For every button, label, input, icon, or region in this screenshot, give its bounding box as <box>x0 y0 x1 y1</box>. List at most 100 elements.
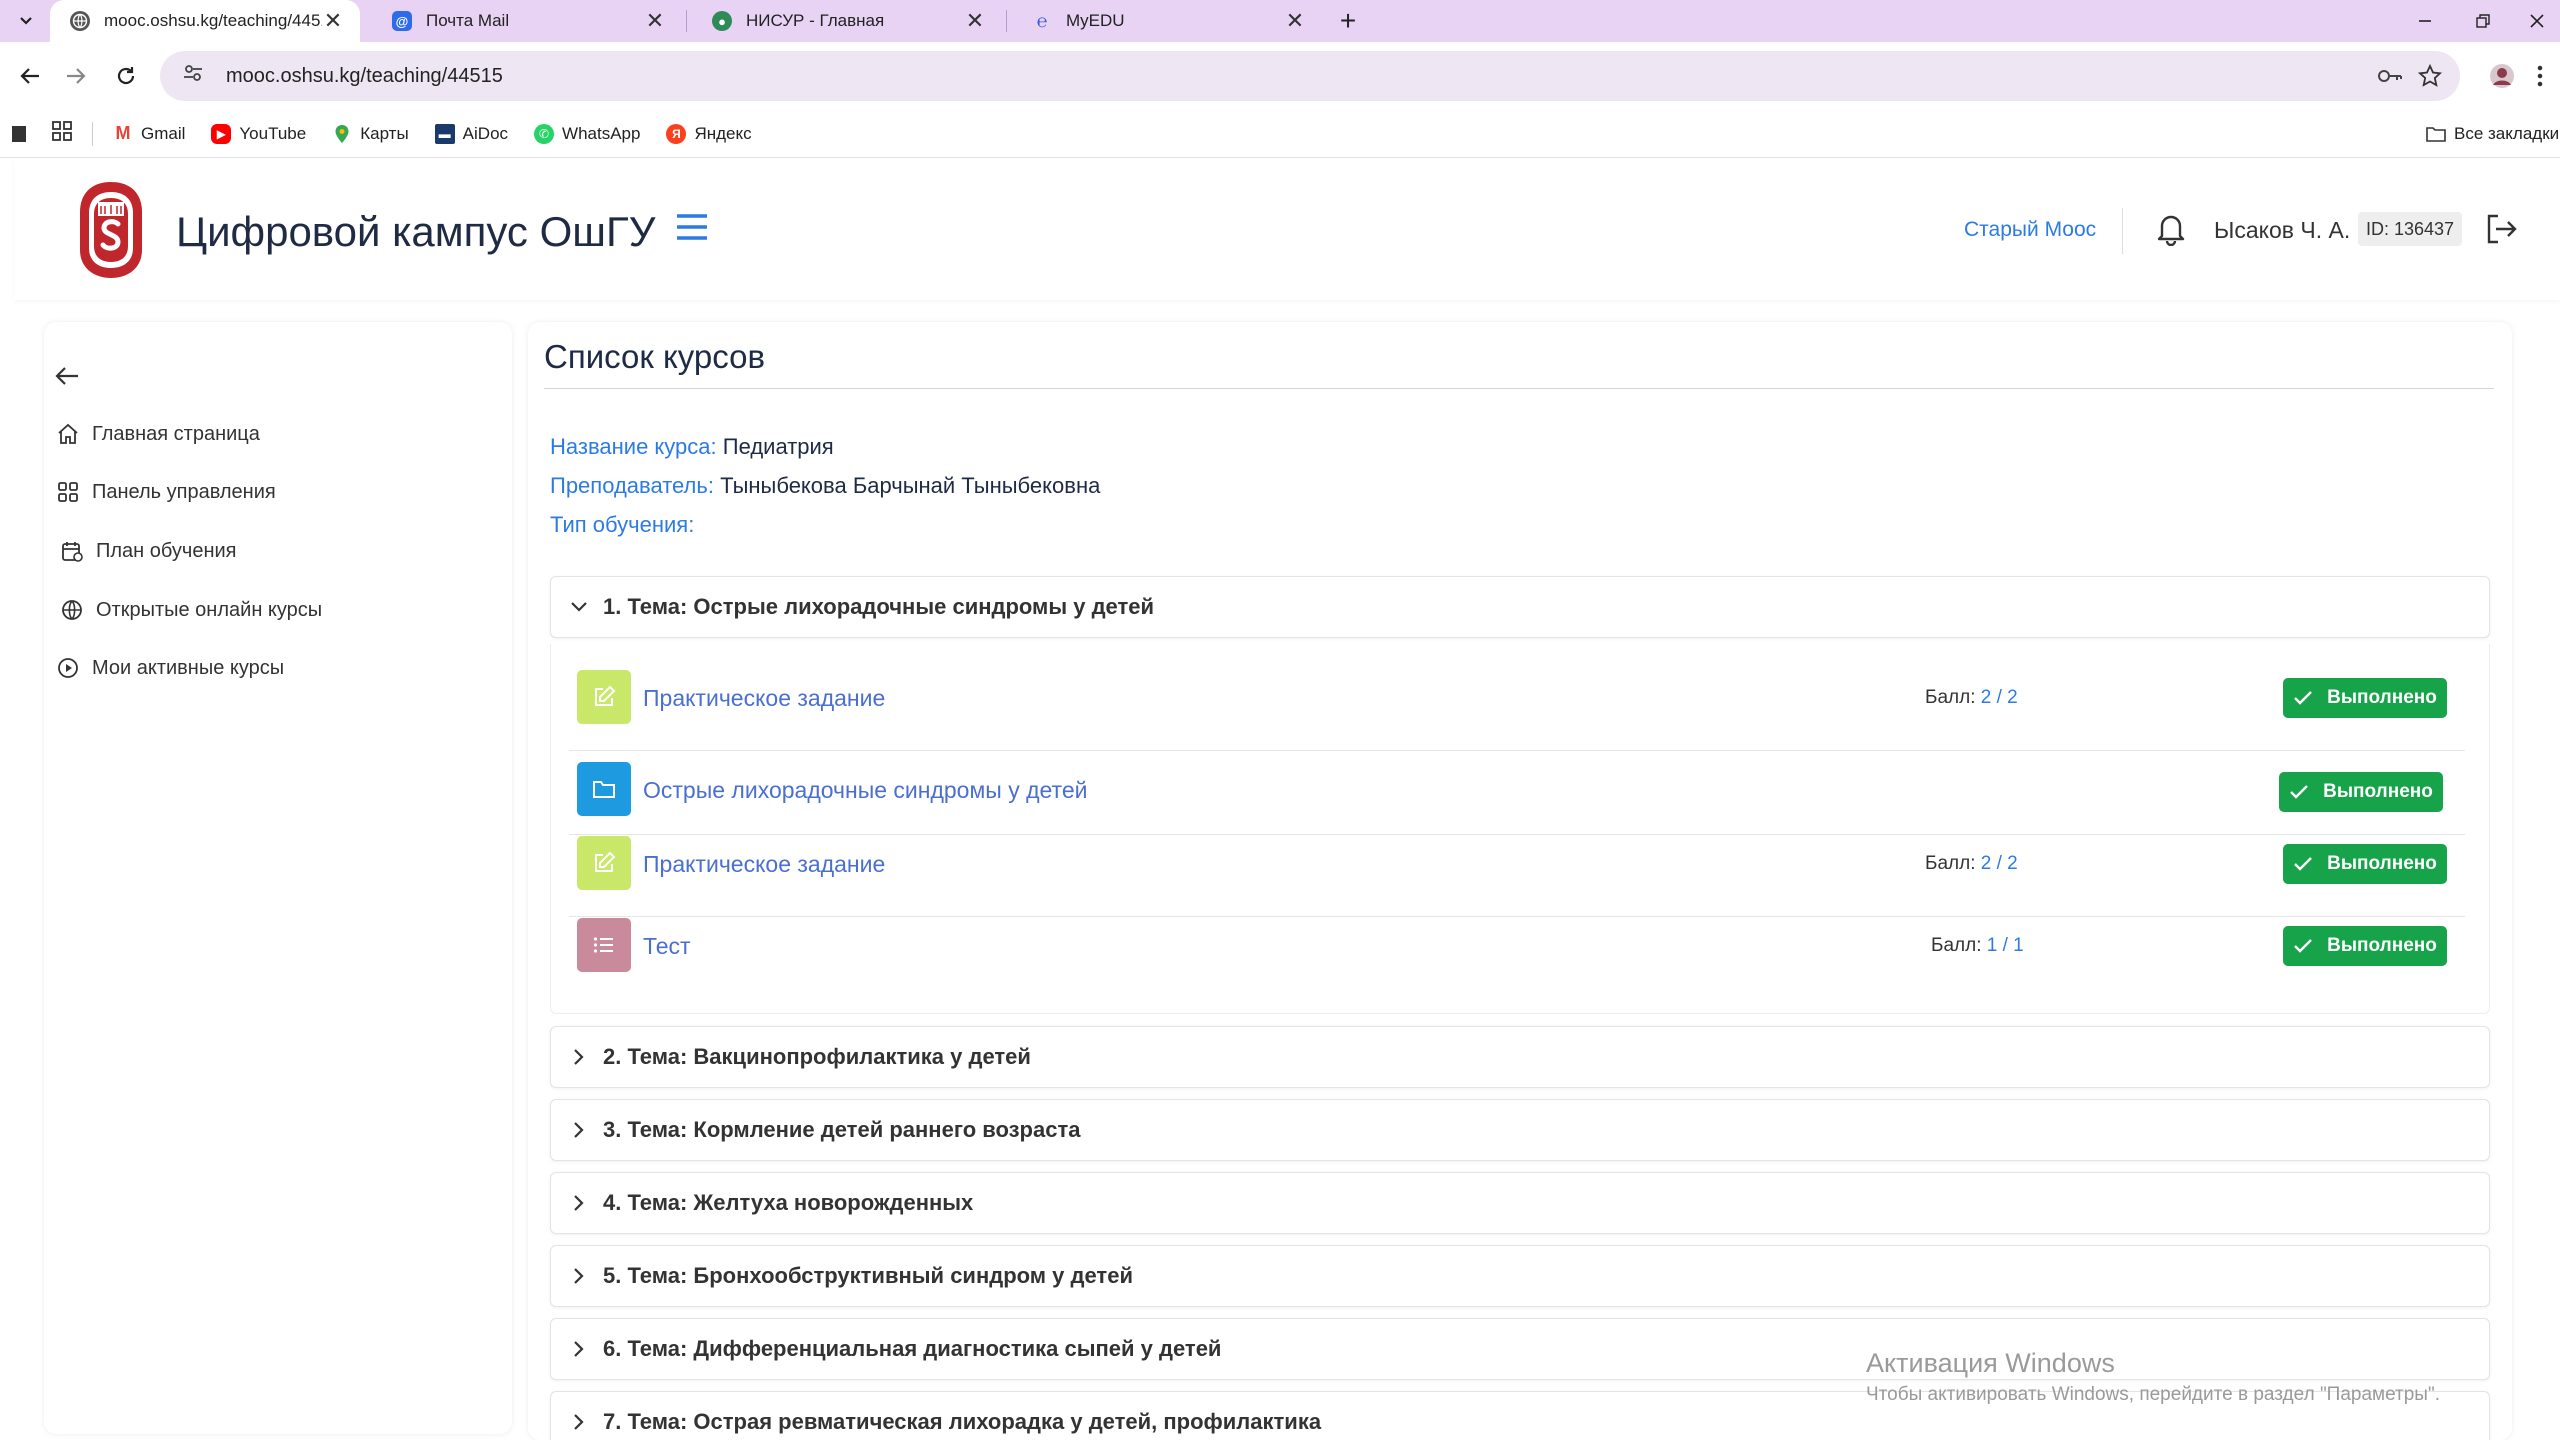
sidebar-item-dashboard[interactable]: Панель управления <box>56 474 276 510</box>
close-window-icon[interactable] <box>2514 0 2560 42</box>
site-brand-title[interactable]: Цифровой кампус ОшГУ <box>176 208 655 256</box>
tab-nisur[interactable]: ● НИСУР - Главная ✕ <box>692 0 1002 42</box>
bookmark-label: Карты <box>360 123 409 143</box>
restore-icon[interactable] <box>2458 0 2508 42</box>
topic-header-6[interactable]: 6. Тема: Дифференциальная диагностика сы… <box>550 1318 2490 1380</box>
tab-divider <box>686 10 687 32</box>
sidebar-toggle-icon[interactable] <box>12 125 26 142</box>
topic-header-5[interactable]: 5. Тема: Бронхообструктивный синдром у д… <box>550 1245 2490 1307</box>
close-icon[interactable]: ✕ <box>322 8 344 34</box>
topic-title: 4. Тема: Желтуха новорожденных <box>603 1190 974 1215</box>
course-name-value: Педиатрия <box>722 434 834 459</box>
topic-1-content: Практическое задание Балл: 2 / 2 Выполне… <box>550 644 2490 1014</box>
whatsapp-icon: ✆ <box>534 123 555 144</box>
tab-search-chevron-icon[interactable] <box>8 0 44 42</box>
site-settings-icon[interactable] <box>182 62 206 90</box>
apps-grid-icon[interactable] <box>52 121 72 146</box>
password-key-icon[interactable] <box>2376 51 2404 101</box>
item-title-link[interactable]: Острые лихорадочные синдромы у детей <box>643 777 1087 804</box>
status-completed-button[interactable]: Выполнено <box>2283 678 2447 718</box>
sidebar-item-label: Главная страница <box>92 422 260 445</box>
edit-icon <box>577 670 631 724</box>
aidoc-icon: ▬ <box>434 123 455 144</box>
topic-header-2[interactable]: 2. Тема: Вакцинопрофилактика у детей <box>550 1026 2490 1088</box>
teacher-label: Преподаватель: <box>550 473 714 498</box>
chevron-right-icon <box>565 1340 593 1358</box>
nisur-icon: ● <box>712 11 732 31</box>
topic-title: 2. Тема: Вакцинопрофилактика у детей <box>603 1044 1031 1069</box>
address-bar[interactable]: mooc.oshsu.kg/teaching/44515 <box>160 51 2460 101</box>
item-title-link[interactable]: Практическое задание <box>643 685 885 712</box>
browser-menu-icon[interactable] <box>2528 60 2552 92</box>
chevron-right-icon <box>565 1194 593 1212</box>
check-icon <box>2294 691 2312 705</box>
tab-title: MyEDU <box>1066 11 1125 30</box>
bookmark-whatsapp[interactable]: ✆ WhatsApp <box>534 123 640 144</box>
item-title-link[interactable]: Практическое задание <box>643 851 885 878</box>
myedu-icon: ℮ <box>1036 10 1048 31</box>
youtube-icon: ▶ <box>211 123 232 144</box>
all-bookmarks[interactable]: Все закладки <box>2426 124 2559 144</box>
user-id-badge: ID: 136437 <box>2358 212 2463 246</box>
tab-mail[interactable]: @ Почта Mail ✕ <box>372 0 682 42</box>
course-name-row: Название курса: Педиатрия <box>550 434 834 460</box>
folder-icon <box>2426 124 2446 144</box>
bookmark-gmail[interactable]: M Gmail <box>113 123 186 144</box>
sidebar-item-plan[interactable]: План обучения <box>60 533 237 569</box>
bookmark-youtube[interactable]: ▶ YouTube <box>211 123 306 144</box>
title-divider <box>544 388 2494 389</box>
sidebar-item-open-courses[interactable]: Открытые онлайн курсы <box>60 592 322 628</box>
collapse-sidebar-arrow-icon[interactable] <box>54 362 94 394</box>
forward-icon[interactable] <box>60 60 92 92</box>
sidebar-item-home[interactable]: Главная страница <box>56 416 260 452</box>
university-logo[interactable] <box>76 180 146 280</box>
bookmark-aidoc[interactable]: ▬ AiDoc <box>434 123 509 144</box>
old-mooc-link[interactable]: Старый Моос <box>1964 218 2096 242</box>
close-icon[interactable]: ✕ <box>1284 8 1306 34</box>
topic-title: 5. Тема: Бронхообструктивный синдром у д… <box>603 1263 1133 1288</box>
tab-divider <box>1006 10 1007 32</box>
back-icon[interactable] <box>14 60 46 92</box>
score-value: 2 / 2 <box>1980 853 2018 874</box>
topic-title: 7. Тема: Острая ревматическая лихорадка … <box>603 1409 1322 1434</box>
sidebar-item-active-courses[interactable]: Мои активные курсы <box>56 650 284 686</box>
status-completed-button[interactable]: Выполнено <box>2283 844 2447 884</box>
list-item-assignment[interactable]: Практическое задание Балл: 2 / 2 Выполне… <box>569 658 2465 738</box>
hamburger-menu-icon[interactable] <box>676 212 708 246</box>
list-item-folder[interactable]: Острые лихорадочные синдромы у детей Вып… <box>569 750 2465 830</box>
bookmark-label: AiDoc <box>462 123 509 143</box>
bookmark-star-icon[interactable] <box>2418 51 2442 101</box>
item-title-link[interactable]: Тест <box>643 933 691 960</box>
check-icon <box>2290 785 2308 799</box>
topic-header-3[interactable]: 3. Тема: Кормление детей раннего возраст… <box>550 1099 2490 1161</box>
bookmark-maps[interactable]: Карты <box>332 123 409 144</box>
user-name[interactable]: Ысаков Ч. А. <box>2214 217 2350 244</box>
list-item-assignment[interactable]: Практическое задание Балл: 2 / 2 Выполне… <box>569 824 2465 904</box>
status-completed-button[interactable]: Выполнено <box>2283 926 2447 966</box>
topic-header-1[interactable]: 1. Тема: Острые лихорадочные синдромы у … <box>550 576 2490 638</box>
chevron-right-icon <box>565 1048 593 1066</box>
topic-header-4[interactable]: 4. Тема: Желтуха новорожденных <box>550 1172 2490 1234</box>
score-value: 1 / 1 <box>1986 935 2024 956</box>
bell-icon[interactable] <box>2154 210 2188 247</box>
tab-mooc[interactable]: mooc.oshsu.kg/teaching/44515 ✕ <box>50 0 360 42</box>
status-completed-button[interactable]: Выполнено <box>2279 772 2443 812</box>
bookmark-yandex[interactable]: Я Яндекс <box>666 123 752 144</box>
dashboard-icon <box>56 480 80 504</box>
profile-avatar-icon[interactable] <box>2484 60 2520 92</box>
chevron-right-icon <box>565 1121 593 1139</box>
bookmark-label: Яндекс <box>694 123 752 143</box>
browser-toolbar: mooc.oshsu.kg/teaching/44515 <box>0 42 2560 110</box>
list-item-test[interactable]: Тест Балл: 1 / 1 Выполнено <box>569 906 2465 986</box>
score-label: Балл: <box>1925 687 1976 708</box>
minimize-icon[interactable] <box>2400 0 2450 42</box>
close-icon[interactable]: ✕ <box>644 8 666 34</box>
calendar-icon <box>60 539 84 563</box>
reload-icon[interactable] <box>110 60 142 92</box>
new-tab-icon[interactable]: + <box>1330 0 1366 42</box>
close-icon[interactable]: ✕ <box>964 8 986 34</box>
logout-icon[interactable] <box>2484 212 2518 246</box>
topic-title: 1. Тема: Острые лихорадочные синдромы у … <box>603 594 1155 619</box>
tab-myedu[interactable]: ℮ MyEDU ✕ <box>1012 0 1322 42</box>
browser-tab-bar: mooc.oshsu.kg/teaching/44515 ✕ @ Почта M… <box>0 0 2560 42</box>
